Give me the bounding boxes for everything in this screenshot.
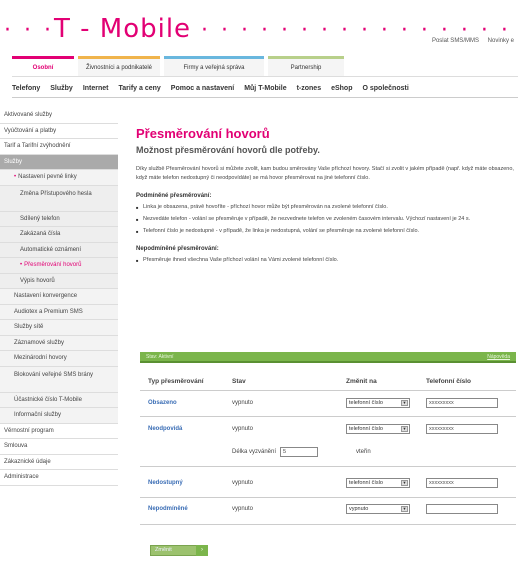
unconditional-list: Přesměruje ihned všechna Vaše příchozí v…	[136, 256, 514, 265]
sidebar-item[interactable]: Zakázaná čísla	[0, 227, 118, 243]
help-link[interactable]: Nápověda	[487, 354, 510, 360]
list-item: Přesměruje ihned všechna Vaše příchozí v…	[136, 256, 514, 265]
chevron-down-icon: ▼	[401, 400, 408, 406]
row-state: vypnuto	[232, 426, 254, 432]
col-phone: Telefonní číslo	[426, 378, 472, 385]
intro-text: Díky službě Přesměrování hovorů si můžet…	[136, 166, 514, 181]
sidebar-item[interactable]: • Nastavení pevné linky	[0, 170, 118, 186]
top-links: Poslat SMS/MMS Novinky e	[425, 38, 514, 44]
phone-input[interactable]: xxxxxxxxx	[426, 398, 498, 408]
status-bar: Stav: Aktivní Nápověda	[140, 352, 516, 363]
sidebar-item[interactable]: Informační služby	[0, 408, 118, 424]
sidebar-item[interactable]: Administrace	[0, 470, 118, 486]
sidebar-item[interactable]: Sdílený telefon	[0, 211, 118, 227]
sidebar-item-active[interactable]: • Přesměrování hovorů	[0, 258, 118, 274]
tab-business[interactable]: Živnostníci a podnikatelé	[78, 56, 160, 76]
row-state: vypnuto	[232, 400, 254, 406]
tab-companies[interactable]: Firmy a veřejná správa	[164, 56, 264, 76]
ring-label: Délka vyzvánění	[232, 449, 277, 455]
conditional-heading: Podmíněné přesměrování:	[136, 193, 212, 199]
header: · · ·T - Mobile · · · · · · · · · · · · …	[0, 0, 518, 56]
submit-button[interactable]: Změnit ›	[150, 545, 208, 556]
nav-internet[interactable]: Internet	[83, 85, 109, 92]
conditional-list: Linka je obsazena, právě hovoříte - příc…	[136, 203, 514, 236]
sidebar-item[interactable]: Tarif a Tarifní zvýhodnění	[0, 139, 118, 155]
ring-unit: vteřin	[356, 449, 371, 455]
unconditional-heading: Nepodmíněné přesměrování:	[136, 246, 219, 252]
chevron-down-icon: ▼	[401, 426, 408, 432]
chevron-down-icon: ▼	[401, 480, 408, 486]
sidebar-item[interactable]: Změna Přístupového hesla	[0, 185, 118, 212]
sidebar-item[interactable]: Audiotex a Premium SMS	[0, 304, 118, 320]
nav-eshop[interactable]: eShop	[331, 85, 352, 92]
list-item: Linka je obsazena, právě hovoříte - příc…	[136, 203, 514, 212]
sidebar-item[interactable]: Vyúčtování a platby	[0, 123, 118, 139]
bullet-icon: •	[20, 262, 23, 268]
sidebar-item[interactable]: Blokování veřejné SMS brány	[0, 366, 118, 393]
list-item: Nezvedáte telefon - volání se přesměruje…	[136, 215, 514, 224]
sidebar-item[interactable]: Záznamové služby	[0, 335, 118, 351]
chevron-down-icon: ▼	[401, 506, 408, 512]
col-change: Změnit na	[346, 378, 377, 385]
sidebar-item[interactable]: Mezinárodní hovory	[0, 351, 118, 367]
phone-input[interactable]	[426, 504, 498, 514]
main-nav: Telefony Služby Internet Tarify a ceny P…	[12, 80, 518, 98]
sidebar: Aktivované služby Vyúčtování a platby Ta…	[0, 108, 118, 486]
row-type-link[interactable]: Neodpovídá	[148, 426, 182, 432]
status-label: Stav: Aktivní	[146, 354, 174, 360]
tab-partnership[interactable]: Partnership	[268, 56, 344, 76]
row-state: vypnuto	[232, 506, 254, 512]
col-type: Typ přesměrování	[148, 378, 204, 385]
sidebar-item[interactable]: Nastavení konvergence	[0, 289, 118, 305]
sidebar-item[interactable]: Zákaznické údaje	[0, 454, 118, 470]
phone-input[interactable]: xxxxxxxxx	[426, 478, 498, 488]
col-state: Stav	[232, 378, 246, 385]
arrow-right-icon: ›	[196, 545, 208, 556]
nav-help[interactable]: Pomoc a nastavení	[171, 85, 234, 92]
nav-tzones[interactable]: t-zones	[297, 85, 322, 92]
row-type-link[interactable]: Nepodmíněné	[148, 506, 188, 512]
sidebar-item[interactable]: Aktivované služby	[0, 108, 118, 124]
segment-tabs: Osobní Živnostníci a podnikatelé Firmy a…	[12, 56, 518, 77]
main-content: Přesměrování hovorů Možnost přesměrování…	[136, 108, 514, 268]
row-type-link[interactable]: Obsazeno	[148, 400, 177, 406]
sidebar-item[interactable]: Účastnické číslo T-Mobile	[0, 392, 118, 408]
sidebar-group[interactable]: Služby	[0, 154, 118, 170]
row-type-link[interactable]: Nedostupný	[148, 480, 183, 486]
tab-personal[interactable]: Osobní	[12, 56, 74, 76]
nav-services[interactable]: Služby	[50, 85, 73, 92]
top-link-sms[interactable]: Poslat SMS/MMS	[432, 38, 479, 44]
page-subtitle: Možnost přesměrování hovorů dle potřeby.	[136, 145, 320, 155]
top-link-news[interactable]: Novinky e	[488, 38, 514, 44]
nav-my-tmobile[interactable]: Můj T-Mobile	[244, 85, 286, 92]
change-select[interactable]: telefonní číslo ▼	[346, 478, 410, 488]
ring-input[interactable]: 5	[280, 447, 318, 457]
list-item: Telefonní číslo je nedostupné - v případ…	[136, 227, 514, 236]
page-title: Přesměrování hovorů	[136, 126, 270, 141]
nav-phones[interactable]: Telefony	[12, 85, 40, 92]
sidebar-item[interactable]: Smlouva	[0, 439, 118, 455]
sidebar-item[interactable]: Služby sítě	[0, 320, 118, 336]
nav-about[interactable]: O společnosti	[362, 85, 408, 92]
change-select[interactable]: telefonní číslo ▼	[346, 424, 410, 434]
nav-tariffs[interactable]: Tarify a ceny	[119, 85, 161, 92]
bullet-icon: •	[14, 174, 17, 180]
sidebar-item[interactable]: Věrnostní program	[0, 423, 118, 439]
change-select[interactable]: vypnuto ▼	[346, 504, 410, 514]
phone-input[interactable]: xxxxxxxxx	[426, 424, 498, 434]
row-state: vypnuto	[232, 480, 254, 486]
sidebar-item[interactable]: Výpis hovorů	[0, 273, 118, 289]
sidebar-item[interactable]: Automatické oznámení	[0, 242, 118, 258]
change-select[interactable]: telefonní číslo ▼	[346, 398, 410, 408]
